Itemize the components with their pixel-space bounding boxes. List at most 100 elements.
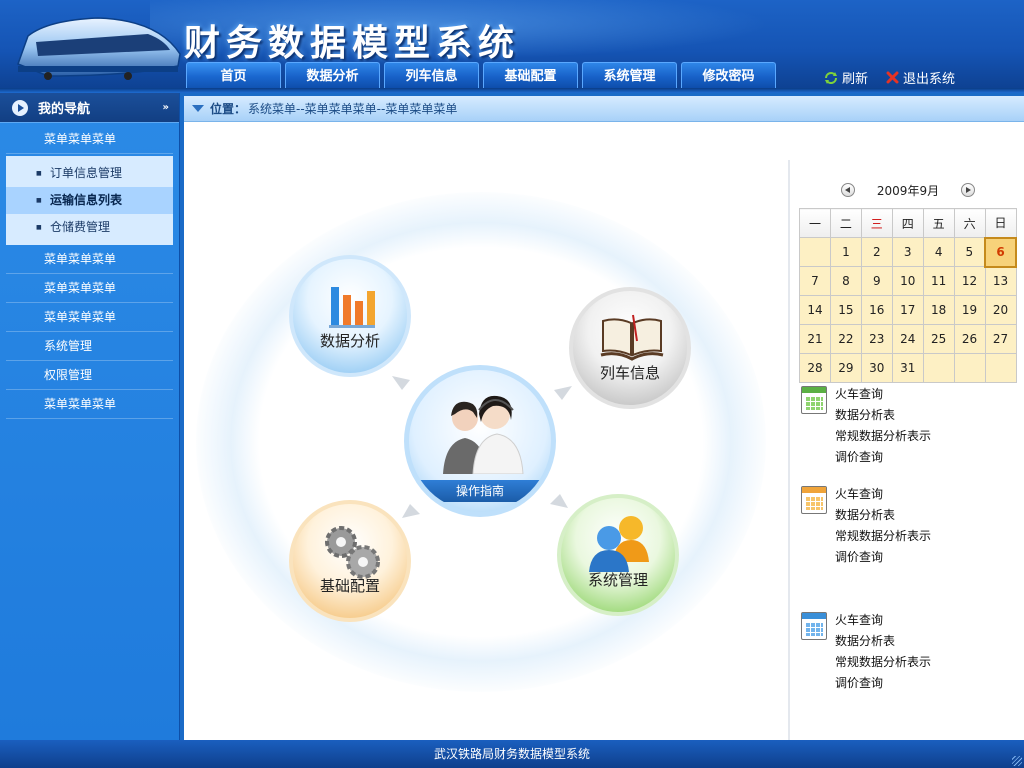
calendar-day[interactable]: 2 [860, 237, 893, 267]
calendar-day[interactable]: 25 [922, 324, 955, 354]
link-train-query[interactable]: 火车查询 [835, 610, 931, 631]
calendar-day[interactable]: 24 [891, 324, 924, 354]
sidebar-title: 我的导航 [38, 102, 91, 117]
calendar-day[interactable]: 20 [984, 295, 1017, 325]
weekday-header: 一 [799, 208, 831, 238]
sidebar-item-menu-3[interactable]: 菜单菜单菜单 [6, 274, 173, 303]
calendar-day[interactable]: 9 [860, 266, 893, 296]
calendar-day[interactable]: 11 [922, 266, 955, 296]
train-logo-icon [17, 17, 181, 80]
arrow-icon [550, 494, 568, 508]
calendar-day[interactable]: 4 [922, 237, 955, 267]
operation-guide-bubble[interactable]: 操作指南 [404, 365, 556, 517]
weekday-header: 六 [953, 208, 986, 238]
calendar-day[interactable]: 17 [891, 295, 924, 325]
calendar-day[interactable]: 13 [984, 266, 1017, 296]
calendar-day[interactable]: 12 [953, 266, 986, 296]
calendar-day[interactable]: 15 [829, 295, 862, 325]
arrow-icon [402, 504, 420, 518]
calendar-day[interactable]: 26 [953, 324, 986, 354]
link-train-query[interactable]: 火车查询 [835, 484, 931, 505]
breadcrumb-path: 系统菜单--菜单菜单菜单--菜单菜单菜单 [248, 102, 458, 116]
close-icon [886, 71, 899, 84]
calendar-day[interactable]: 18 [922, 295, 955, 325]
green-spreadsheet-icon [801, 386, 827, 414]
calendar-day[interactable]: 10 [891, 266, 924, 296]
tab-change-password[interactable]: 修改密码 [681, 62, 776, 90]
calendar-day[interactable]: 28 [799, 353, 831, 383]
sidebar-item-menu-4[interactable]: 菜单菜单菜单 [6, 303, 173, 332]
header-tools: 刷新 退出系统 [824, 68, 955, 87]
link-price-query[interactable]: 调价查询 [835, 547, 931, 568]
calendar-day [953, 353, 986, 383]
link-data-analysis-table[interactable]: 数据分析表 [835, 505, 931, 526]
link-regular-data-analysis[interactable]: 常规数据分析表示 [835, 426, 931, 447]
calendar-day[interactable]: 22 [829, 324, 862, 354]
sidebar-item-menu-1[interactable]: 菜单菜单菜单 [6, 125, 173, 154]
sidebar-subitem-transport-list[interactable]: 运输信息列表 [6, 187, 173, 214]
bar-chart-icon [329, 287, 375, 328]
train-info-bubble[interactable]: 列车信息 [569, 287, 691, 409]
tab-base-config[interactable]: 基础配置 [483, 62, 578, 90]
sidebar-item-menu-2[interactable]: 菜单菜单菜单 [6, 245, 173, 274]
calendar-day[interactable]: 31 [891, 353, 924, 383]
calendar-day[interactable]: 27 [984, 324, 1017, 354]
calendar-day[interactable]: 5 [953, 237, 986, 267]
calendar-next-button[interactable] [961, 183, 976, 197]
calendar-day[interactable]: 19 [953, 295, 986, 325]
link-regular-data-analysis[interactable]: 常规数据分析表示 [835, 652, 931, 673]
link-price-query[interactable]: 调价查询 [835, 447, 931, 468]
breadcrumb: 位置： 系统菜单--菜单菜单菜单--菜单菜单菜单 [184, 96, 1024, 122]
chevron-down-icon[interactable]: » [163, 102, 169, 113]
gears-icon [325, 526, 380, 579]
breadcrumb-prefix: 位置： [210, 102, 247, 116]
calendar-day[interactable]: 29 [829, 353, 862, 383]
sidebar-subitem-storage-fee[interactable]: 仓储费管理 [6, 214, 173, 241]
resize-grip-icon[interactable] [1012, 756, 1022, 766]
weekday-header: 日 [984, 208, 1017, 238]
app-title: 财务数据模型系统 [184, 23, 521, 64]
weekday-header: 四 [891, 208, 924, 238]
calendar-day [799, 237, 831, 267]
refresh-icon [825, 71, 837, 84]
base-config-bubble[interactable]: 基础配置 [289, 500, 411, 622]
sidebar-item-system-mgmt[interactable]: 系统管理 [6, 332, 173, 361]
calendar-month-label: 2009年9月 [876, 183, 940, 198]
link-data-analysis-table[interactable]: 数据分析表 [835, 631, 931, 652]
arrow-icon [392, 376, 410, 390]
calendar-day[interactable]: 14 [799, 295, 831, 325]
weekday-header: 五 [922, 208, 955, 238]
sidebar-item-permission-mgmt[interactable]: 权限管理 [6, 361, 173, 390]
calendar-day[interactable]: 8 [829, 266, 862, 296]
triangle-down-icon [192, 105, 204, 112]
calendar-day[interactable]: 21 [799, 324, 831, 354]
calendar-day[interactable]: 7 [799, 266, 831, 296]
calendar-day[interactable]: 3 [891, 237, 924, 267]
system-mgmt-bubble[interactable]: 系统管理 [557, 494, 679, 616]
tab-data-analysis[interactable]: 数据分析 [285, 62, 380, 90]
play-circle-icon [12, 99, 28, 116]
sidebar-header[interactable]: 我的导航 » [0, 93, 179, 123]
orange-spreadsheet-icon [801, 486, 827, 514]
tab-train-info[interactable]: 列车信息 [384, 62, 479, 90]
refresh-button[interactable]: 刷新 [824, 68, 868, 87]
tab-home[interactable]: 首页 [186, 62, 281, 90]
calendar-day[interactable]: 16 [860, 295, 893, 325]
link-data-analysis-table[interactable]: 数据分析表 [835, 405, 931, 426]
sidebar-subitem-order-info[interactable]: 订单信息管理 [6, 160, 173, 187]
tab-system-mgmt[interactable]: 系统管理 [582, 62, 677, 90]
exit-button[interactable]: 退出系统 [886, 68, 955, 87]
calendar-day [984, 353, 1017, 383]
link-price-query[interactable]: 调价查询 [835, 673, 931, 694]
data-analysis-label: 数据分析 [319, 332, 380, 350]
sidebar-item-menu-5[interactable]: 菜单菜单菜单 [6, 390, 173, 419]
calendar-day[interactable]: 6 [984, 236, 1017, 268]
calendar-day[interactable]: 23 [860, 324, 893, 354]
data-analysis-bubble[interactable]: 数据分析 [289, 255, 411, 377]
link-regular-data-analysis[interactable]: 常规数据分析表示 [835, 526, 931, 547]
calendar-prev-button[interactable] [840, 183, 855, 197]
link-train-query[interactable]: 火车查询 [835, 384, 931, 405]
calendar-day[interactable]: 30 [860, 353, 893, 383]
calendar-day[interactable]: 1 [829, 237, 862, 267]
users-icon [589, 516, 649, 572]
